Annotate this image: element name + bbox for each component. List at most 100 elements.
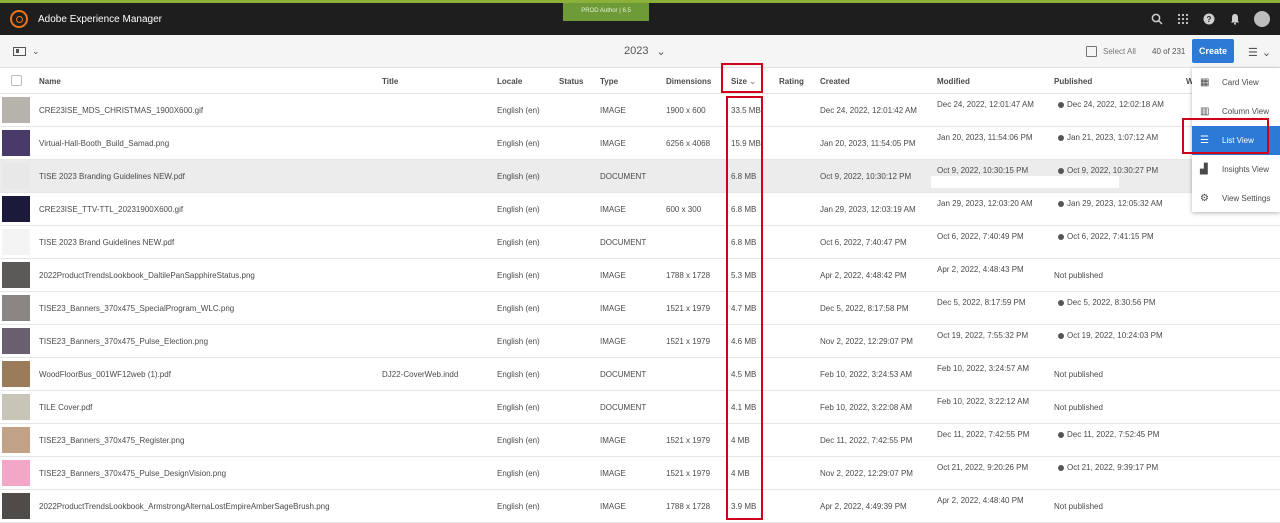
asset-thumbnail[interactable]	[2, 361, 30, 387]
asset-thumbnail[interactable]	[2, 196, 30, 222]
asset-locale: English (en)	[497, 304, 540, 313]
asset-name[interactable]: TISE23_Banners_370x475_Pulse_Election.pn…	[39, 337, 208, 346]
asset-modified: Oct 19, 2022, 7:55:32 PM	[937, 331, 1029, 340]
table-row[interactable]: TISE23_Banners_370x475_Pulse_DesignVisio…	[0, 457, 1280, 490]
asset-name[interactable]: TISE23_Banners_370x475_Pulse_DesignVisio…	[39, 469, 226, 478]
asset-thumbnail[interactable]	[2, 229, 30, 255]
asset-name[interactable]: 2022ProductTrendsLookbook_ArmstrongAlter…	[39, 502, 330, 511]
view-menu-item[interactable]: ⚙ View Settings	[1192, 184, 1280, 213]
size-header-highlight	[721, 63, 763, 93]
select-all-checkbox[interactable]	[11, 75, 22, 86]
view-menu-label: Card View	[1222, 78, 1259, 87]
column-header-title[interactable]: Title	[382, 77, 398, 86]
table-row[interactable]: 2022ProductTrendsLookbook_ArmstrongAlter…	[0, 490, 1280, 523]
asset-type: DOCUMENT	[600, 370, 647, 379]
table-row[interactable]: TISE23_Banners_370x475_SpecialProgram_WL…	[0, 292, 1280, 325]
published-status-icon	[1058, 299, 1064, 306]
create-button[interactable]: Create	[1192, 39, 1234, 63]
table-row[interactable]: TILE Cover.pdf English (en) DOCUMENT 4.1 MB…	[0, 391, 1280, 424]
asset-name[interactable]: CRE23ISE_MDS_CHRISTMAS_1900X600.gif	[39, 106, 203, 115]
view-menu-label: Column View	[1222, 107, 1269, 116]
asset-thumbnail[interactable]	[2, 394, 30, 420]
svg-text:?: ?	[1207, 15, 1212, 24]
column-header-modified[interactable]: Modified	[937, 77, 970, 86]
asset-name[interactable]: 2022ProductTrendsLookbook_DaltilePanSapp…	[39, 271, 255, 280]
asset-modified: Apr 2, 2022, 4:48:43 PM	[937, 265, 1024, 274]
asset-type: IMAGE	[600, 436, 626, 445]
asset-type: IMAGE	[600, 205, 626, 214]
column-header-type[interactable]: Type	[600, 77, 618, 86]
table-row[interactable]: CRE23ISE_MDS_CHRISTMAS_1900X600.gif Engli…	[0, 94, 1280, 127]
asset-name[interactable]: TISE 2023 Brand Guidelines NEW.pdf	[39, 238, 174, 247]
asset-thumbnail[interactable]	[2, 97, 30, 123]
table-header: Name Title Locale Status Type Dimensions…	[0, 68, 1280, 94]
help-icon[interactable]: ?	[1202, 12, 1216, 26]
redaction-patch	[1052, 264, 1130, 270]
column-header-rating[interactable]: Rating	[779, 77, 804, 86]
asset-published: Jan 29, 2023, 12:05:32 AM	[1058, 199, 1163, 208]
published-status-icon	[1058, 101, 1064, 108]
asset-name[interactable]: CRE23ISE_TTV-TTL_20231900X600.gif	[39, 205, 183, 214]
asset-dimensions: 1521 x 1979	[666, 304, 711, 313]
view-switcher-button[interactable]: ☰ ⌄	[1248, 46, 1271, 59]
asset-created: Oct 9, 2022, 10:30:12 PM	[820, 172, 912, 181]
asset-created: Apr 2, 2022, 4:48:42 PM	[820, 271, 907, 280]
asset-name[interactable]: TISE23_Banners_370x475_Register.png	[39, 436, 184, 445]
asset-locale: English (en)	[497, 172, 540, 181]
asset-thumbnail[interactable]	[2, 493, 30, 519]
global-actions: ?	[1150, 11, 1270, 27]
asset-thumbnail[interactable]	[2, 328, 30, 354]
user-avatar[interactable]	[1254, 11, 1270, 27]
asset-modified: Feb 10, 2022, 3:24:57 AM	[937, 364, 1030, 373]
table-row[interactable]: WoodFloorBus_001WF12web (1).pdf DJ22-Cove…	[0, 358, 1280, 391]
published-status-icon	[1058, 431, 1064, 438]
asset-type: IMAGE	[600, 271, 626, 280]
asset-name[interactable]: TISE23_Banners_370x475_SpecialProgram_WL…	[39, 304, 234, 313]
asset-modified: Dec 5, 2022, 8:17:59 PM	[937, 298, 1026, 307]
asset-name[interactable]: Virtual-Hall-Booth_Build_Samad.png	[39, 139, 169, 148]
search-icon[interactable]	[1150, 12, 1164, 26]
asset-name[interactable]: WoodFloorBus_001WF12web (1).pdf	[39, 370, 171, 379]
table-row[interactable]: CRE23ISE_TTV-TTL_20231900X600.gif English…	[0, 193, 1280, 226]
asset-thumbnail[interactable]	[2, 427, 30, 453]
rail-toggle-button[interactable]: ⌄	[13, 46, 40, 57]
column-header-locale[interactable]: Locale	[497, 77, 522, 86]
asset-created: Feb 10, 2022, 3:22:08 AM	[820, 403, 913, 412]
asset-thumbnail[interactable]	[2, 130, 30, 156]
asset-type: IMAGE	[600, 106, 626, 115]
asset-published-label: Dec 5, 2022, 8:30:56 PM	[1067, 298, 1156, 307]
column-header-dimensions[interactable]: Dimensions	[666, 77, 711, 86]
asset-name[interactable]: TILE Cover.pdf	[39, 403, 92, 412]
select-all-button[interactable]: Select All	[1086, 46, 1136, 57]
asset-thumbnail[interactable]	[2, 262, 30, 288]
table-row[interactable]: Virtual-Hall-Booth_Build_Samad.png Englis…	[0, 127, 1280, 160]
asset-published: Dec 24, 2022, 12:02:18 AM	[1058, 100, 1164, 109]
asset-dimensions: 1788 x 1728	[666, 271, 711, 280]
asset-name[interactable]: TISE 2023 Branding Guidelines NEW.pdf	[39, 172, 185, 181]
asset-published: Not published	[1054, 502, 1103, 511]
view-menu-item[interactable]: ▦ Card View	[1192, 68, 1280, 97]
asset-thumbnail[interactable]	[2, 460, 30, 486]
asset-type: DOCUMENT	[600, 403, 647, 412]
column-header-status[interactable]: Status	[559, 77, 583, 86]
asset-locale: English (en)	[497, 205, 540, 214]
view-menu-item[interactable]: ▟ Insights View	[1192, 155, 1280, 184]
gear-icon: ⚙	[1200, 192, 1209, 204]
asset-dimensions: 1788 x 1728	[666, 502, 711, 511]
table-row[interactable]: TISE23_Banners_370x475_Pulse_Election.pn…	[0, 325, 1280, 358]
folder-title[interactable]: 2023 ⌄	[624, 45, 666, 58]
asset-thumbnail[interactable]	[2, 295, 30, 321]
chevron-down-icon: ⌄	[656, 46, 666, 58]
asset-published-label: Oct 19, 2022, 10:24:03 PM	[1067, 331, 1163, 340]
table-row[interactable]: TISE23_Banners_370x475_Register.png Engli…	[0, 424, 1280, 457]
column-header-created[interactable]: Created	[820, 77, 850, 86]
asset-modified: Feb 10, 2022, 3:22:12 AM	[937, 397, 1030, 406]
column-header-published[interactable]: Published	[1054, 77, 1092, 86]
column-header-name[interactable]: Name	[39, 77, 61, 86]
asset-created: Oct 6, 2022, 7:40:47 PM	[820, 238, 907, 247]
brand[interactable]: Adobe Experience Manager	[10, 10, 162, 28]
asset-thumbnail[interactable]	[2, 163, 30, 189]
asset-published: Not published	[1054, 370, 1103, 379]
bell-icon[interactable]	[1228, 12, 1242, 26]
apps-grid-icon[interactable]	[1176, 12, 1190, 26]
